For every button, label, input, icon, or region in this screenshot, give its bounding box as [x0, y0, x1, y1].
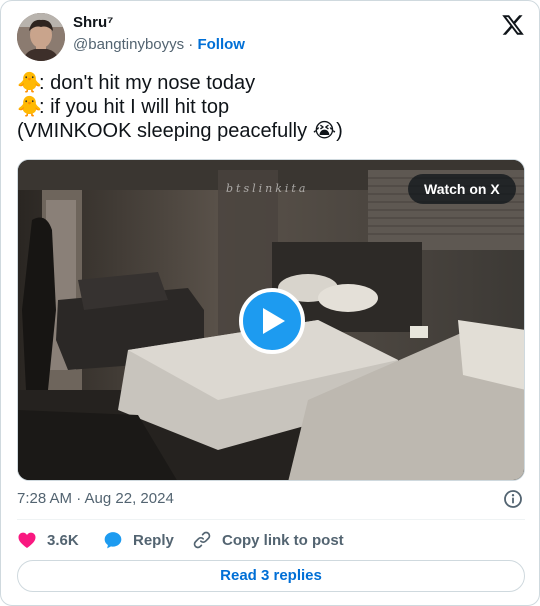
tweet-line-3-close: ) [336, 120, 343, 142]
heart-icon [18, 532, 36, 548]
author-name[interactable]: Shru⁷ [73, 14, 113, 31]
reply-label: Reply [133, 531, 174, 549]
watch-on-x-button[interactable]: Watch on X [408, 174, 516, 204]
copy-link-label: Copy link to post [222, 531, 344, 549]
play-button[interactable] [239, 288, 305, 354]
post-timestamp[interactable]: 7:28 AM · Aug 22, 2024 [17, 490, 174, 507]
like-button[interactable]: 3.6K [17, 528, 79, 552]
chick-emoji-icon: 🐥 [17, 96, 42, 118]
x-logo-icon[interactable] [501, 13, 525, 37]
video-player[interactable]: btslinkita Watch on X [17, 159, 525, 481]
tweet-line-2-text: : if you hit I will hit top [39, 96, 230, 118]
link-icon [193, 531, 211, 549]
video-watermark: btslinkita [226, 182, 309, 195]
tweet-line-2: 🐥: if you hit I will hit top [17, 95, 525, 119]
chick-emoji-icon: 🐥 [17, 72, 42, 94]
copy-link-button[interactable]: Copy link to post [192, 528, 344, 552]
avatar[interactable] [17, 13, 65, 61]
meta-separator: · [188, 36, 194, 53]
author-handle[interactable]: @bangtinyboyys [73, 36, 184, 53]
tweet-card: Shru⁷ @bangtinyboyys · Follow 🐥: don't h… [0, 0, 540, 606]
divider [17, 519, 525, 520]
reply-bubble-icon [104, 532, 122, 549]
like-count: 3.6K [47, 531, 79, 549]
play-icon [263, 308, 285, 334]
read-replies-button[interactable]: Read 3 replies [17, 560, 525, 592]
follow-button[interactable]: Follow [197, 36, 245, 53]
tweet-line-1: 🐥: don't hit my nose today [17, 71, 525, 95]
reply-button[interactable]: Reply [103, 528, 174, 552]
crying-emoji-icon: 😭 [312, 120, 337, 142]
author-meta: @bangtinyboyys · Follow [73, 36, 245, 53]
tweet-text: 🐥: don't hit my nose today 🐥: if you hit… [17, 71, 525, 143]
tweet-line-1-text: : don't hit my nose today [39, 72, 256, 94]
tweet-line-3-text: (VMINKOOK sleeping peacefully [17, 120, 313, 142]
tweet-line-3: (VMINKOOK sleeping peacefully 😭) [17, 119, 525, 143]
info-icon[interactable] [503, 489, 523, 509]
